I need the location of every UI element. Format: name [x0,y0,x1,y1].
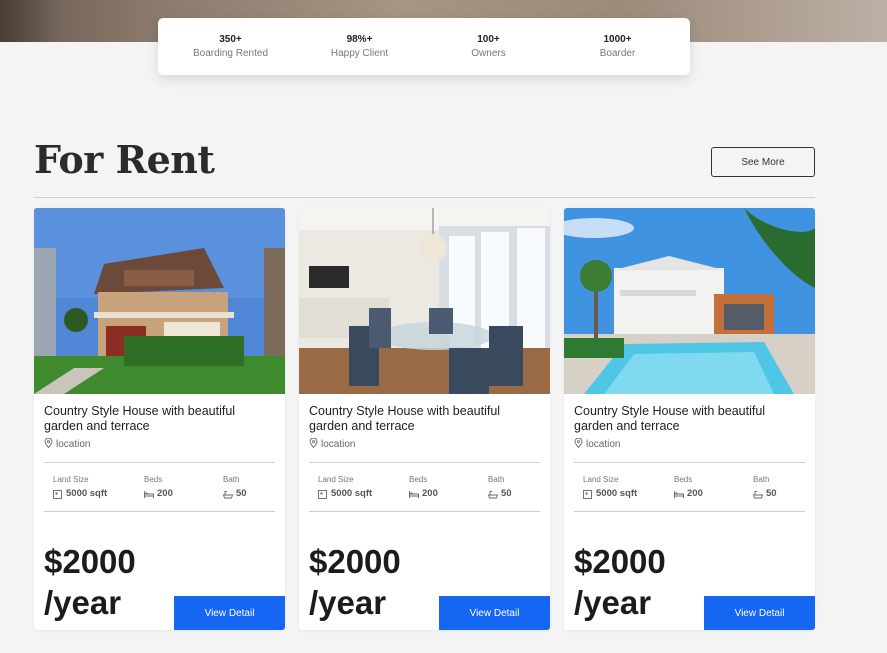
bed-icon [674,490,684,499]
card-divider [44,511,275,512]
price-amount: $2000 [574,543,666,580]
location-text: location [321,439,356,450]
map-pin-icon [44,437,53,451]
land-size-value: 5000 sqft [331,488,373,499]
spec-value: 50 [222,487,247,501]
spec-label: Land Size [583,475,619,484]
stat-label: Boarder [599,47,636,59]
card-divider [574,462,805,463]
area-icon [53,489,62,499]
listing-location: location [309,437,356,451]
stat-value: 1000+ [603,33,632,45]
bath-value: 50 [501,488,512,499]
bath-value: 50 [766,488,777,499]
card-divider [574,511,805,512]
stat-boarding-rented: 350+ Boarding Rented [167,33,295,61]
spec-label: Bath [223,475,240,484]
price-period: /year [309,584,387,621]
stat-owners: 100+ Owners [425,33,553,61]
card-divider [44,462,275,463]
spec-value: 5000 sqft [318,487,372,501]
spec-land-size: Land Size 5000 sqft [53,475,107,501]
listing-image-house-exterior[interactable] [34,208,285,394]
listing-title[interactable]: Country Style House with beautiful garde… [309,404,539,434]
spec-bath: Bath 50 [752,475,777,501]
bed-icon [409,490,419,499]
spec-label: Land Size [318,475,354,484]
card-divider [309,511,540,512]
spec-label: Beds [674,475,693,484]
spec-beds: Beds 200 [144,475,173,501]
stat-label: Happy Client [330,47,389,59]
listing-card[interactable]: Country Style House with beautiful garde… [564,208,815,630]
listing-image-dining-room-interior[interactable] [299,208,550,394]
view-detail-button[interactable]: View Detail [439,596,550,630]
listing-price: $2000 /year [309,541,401,623]
view-detail-button[interactable]: View Detail [704,596,815,630]
price-amount: $2000 [309,543,401,580]
spec-label: Beds [144,475,163,484]
bed-icon [144,490,154,499]
beds-value: 200 [157,488,173,499]
stat-value: 100+ [477,33,500,45]
spec-bath: Bath 50 [222,475,247,501]
area-icon [583,489,592,499]
area-icon [318,489,327,499]
spec-value: 5000 sqft [53,487,107,501]
beds-value: 200 [422,488,438,499]
see-more-button[interactable]: See More [711,147,815,177]
bathtub-icon [752,490,764,499]
listing-card[interactable]: Country Style House with beautiful garde… [34,208,285,630]
listing-image-house-with-pool[interactable] [564,208,815,394]
spec-label: Land Size [53,475,89,484]
stat-value: 350+ [219,33,242,45]
spec-value: 50 [487,487,512,501]
listing-title[interactable]: Country Style House with beautiful garde… [574,404,804,434]
section-title: For Rent [34,137,215,182]
stats-bar: 350+ Boarding Rented 98%+ Happy Client 1… [158,18,690,75]
stat-label: Boarding Rented [192,47,269,59]
stat-boarder: 1000+ Boarder [554,33,682,61]
listing-title[interactable]: Country Style House with beautiful garde… [44,404,274,434]
spec-value: 5000 sqft [583,487,637,501]
spec-label: Beds [409,475,428,484]
listing-location: location [574,437,621,451]
stat-happy-client: 98%+ Happy Client [296,33,424,61]
spec-value: 200 [674,487,703,501]
spec-label: Bath [488,475,505,484]
price-period: /year [574,584,652,621]
listing-location: location [44,437,91,451]
listing-price: $2000 /year [574,541,666,623]
stat-value: 98%+ [346,33,373,45]
spec-value: 200 [409,487,438,501]
bath-value: 50 [236,488,247,499]
map-pin-icon [574,437,583,451]
beds-value: 200 [687,488,703,499]
location-text: location [56,439,91,450]
card-divider [309,462,540,463]
spec-land-size: Land Size 5000 sqft [583,475,637,501]
stat-label: Owners [471,47,506,59]
map-pin-icon [309,437,318,451]
listing-card[interactable]: Country Style House with beautiful garde… [299,208,550,630]
spec-value: 200 [144,487,173,501]
bathtub-icon [487,490,499,499]
bathtub-icon [222,490,234,499]
spec-value: 50 [752,487,777,501]
spec-beds: Beds 200 [674,475,703,501]
spec-beds: Beds 200 [409,475,438,501]
listing-price: $2000 /year [44,541,136,623]
spec-land-size: Land Size 5000 sqft [318,475,372,501]
price-amount: $2000 [44,543,136,580]
land-size-value: 5000 sqft [66,488,108,499]
section-divider [34,197,815,198]
price-period: /year [44,584,122,621]
spec-label: Bath [753,475,770,484]
land-size-value: 5000 sqft [596,488,638,499]
view-detail-button[interactable]: View Detail [174,596,285,630]
spec-bath: Bath 50 [487,475,512,501]
location-text: location [586,439,621,450]
